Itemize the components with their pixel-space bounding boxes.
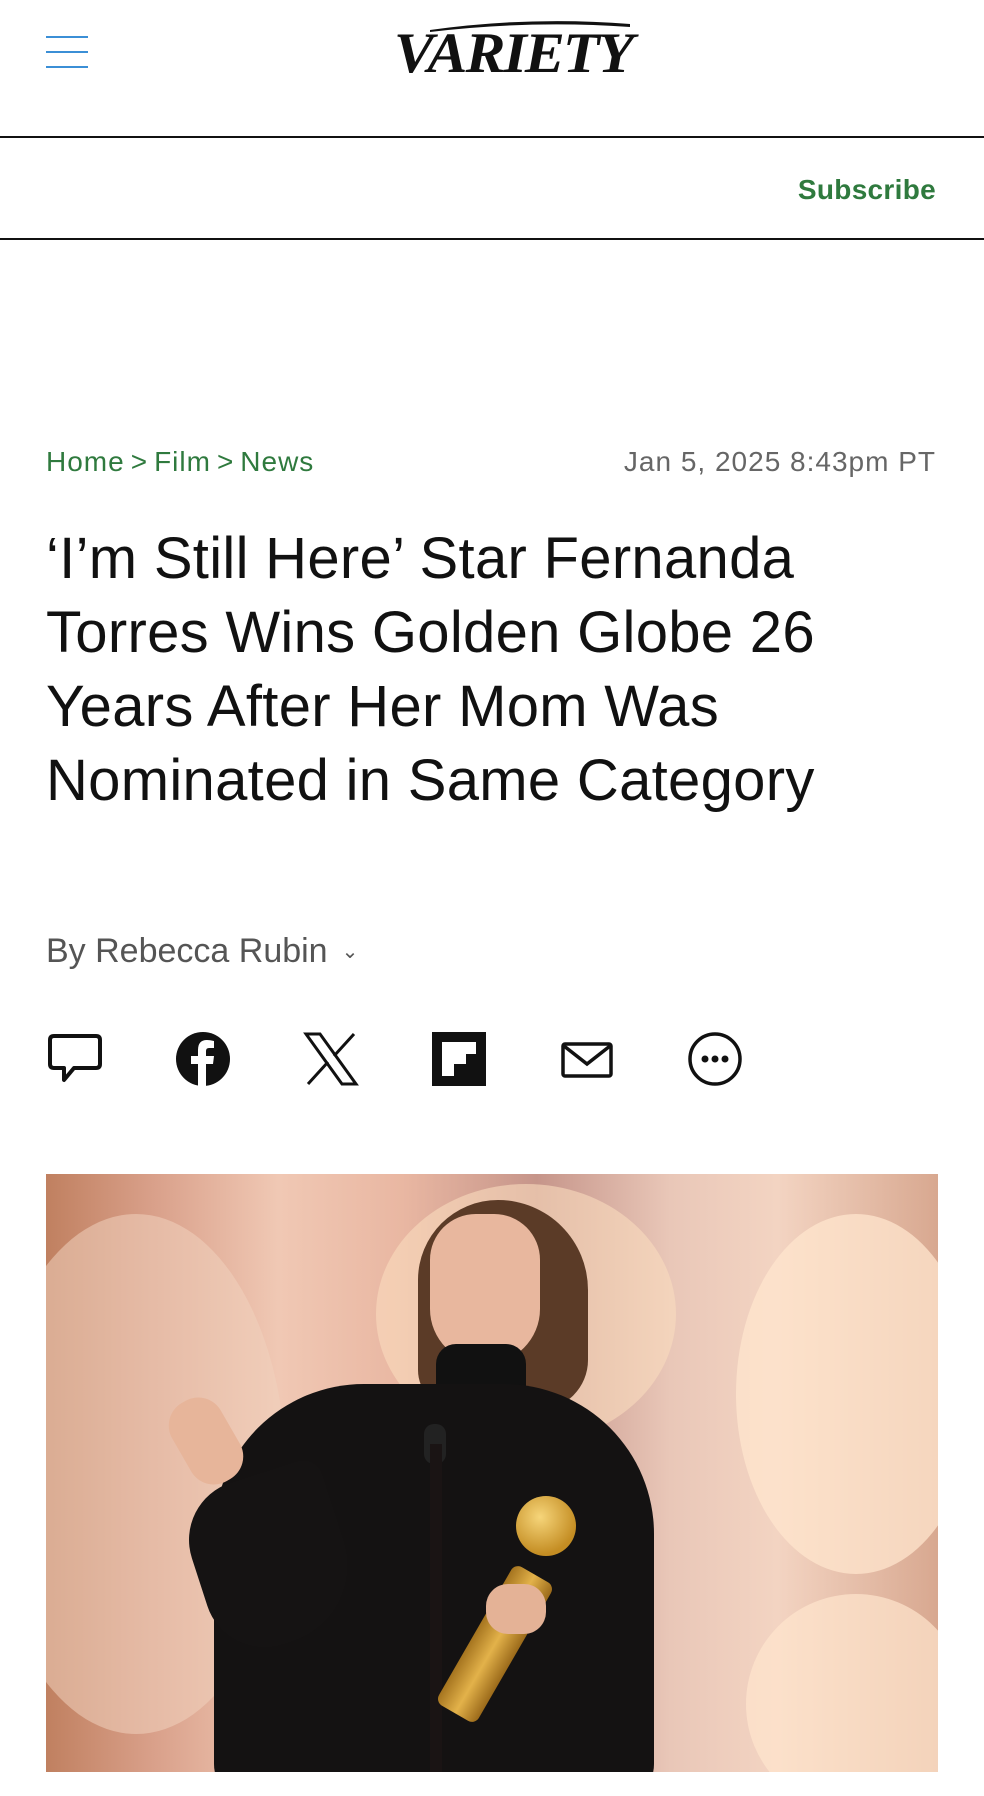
bokeh-shape — [746, 1594, 938, 1772]
author-byline[interactable]: By Rebecca Rubin ⌄ — [46, 932, 358, 971]
share-bar — [46, 1030, 766, 1090]
publish-date: Jan 5, 2025 8:43pm PT — [623, 446, 936, 477]
breadcrumb-news[interactable]: News — [240, 446, 314, 477]
breadcrumb-separator: > — [216, 446, 235, 477]
email-icon[interactable] — [558, 1030, 616, 1088]
facebook-icon[interactable] — [174, 1030, 232, 1088]
bokeh-shape — [736, 1214, 938, 1574]
breadcrumb-home[interactable]: Home — [46, 446, 125, 477]
microphone-stand — [430, 1444, 442, 1772]
top-bar: VARIETY — [0, 0, 984, 136]
subscribe-divider — [0, 238, 984, 240]
golden-globe-trophy — [516, 1496, 576, 1556]
breadcrumb: Home > Film > News — [46, 446, 314, 478]
breadcrumb-film[interactable]: Film — [154, 446, 211, 477]
flipboard-icon[interactable] — [430, 1030, 488, 1088]
hero-image[interactable] — [46, 1174, 938, 1772]
person-face — [430, 1214, 540, 1364]
breadcrumb-separator: > — [130, 446, 149, 477]
x-icon[interactable] — [302, 1030, 360, 1088]
logo-swoosh — [430, 21, 630, 32]
more-icon[interactable] — [686, 1030, 744, 1088]
subscribe-link[interactable]: Subscribe — [798, 174, 936, 206]
hamburger-menu-icon[interactable] — [46, 34, 88, 72]
header-divider — [0, 136, 984, 138]
author-name: By Rebecca Rubin — [46, 932, 328, 970]
comment-icon[interactable] — [46, 1030, 104, 1088]
chevron-down-icon: ⌄ — [341, 941, 359, 963]
person-hand-holding-trophy — [486, 1584, 546, 1634]
article-headline: ‘I’m Still Here’ Star Fernanda Torres Wi… — [46, 526, 815, 813]
